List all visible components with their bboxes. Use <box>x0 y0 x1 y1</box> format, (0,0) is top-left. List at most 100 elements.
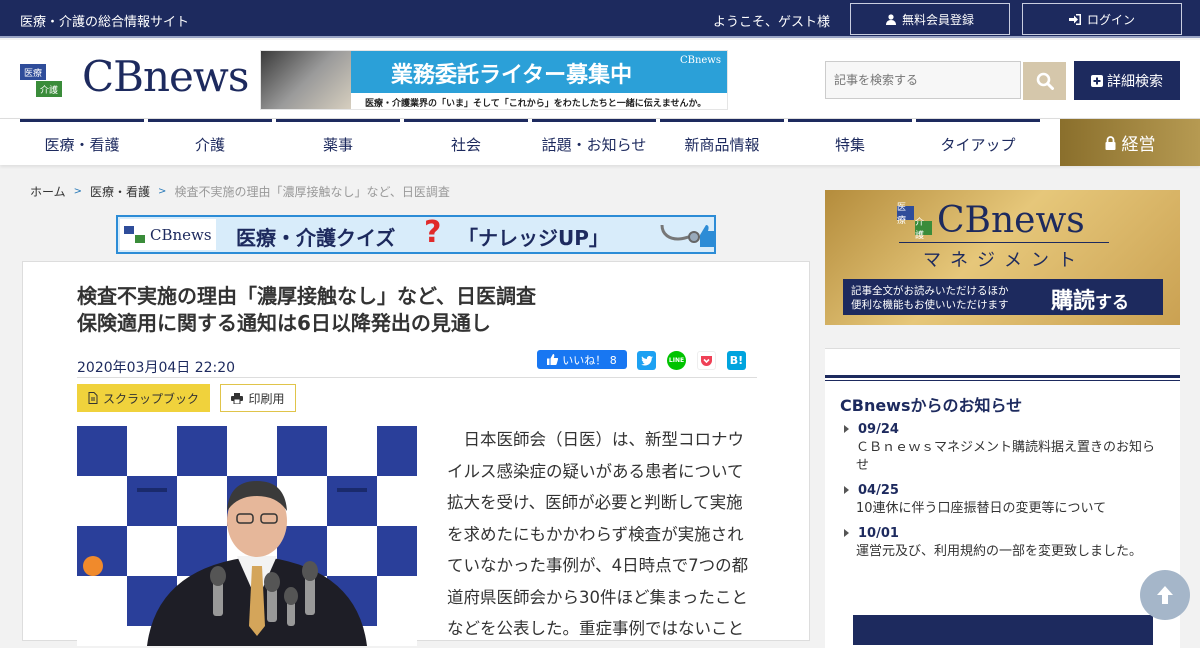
pocket-share-button[interactable] <box>697 351 716 370</box>
site-tagline: 医療・介護の総合情報サイト <box>20 15 190 30</box>
notice-bar <box>825 375 1180 378</box>
quiz-subtitle: 「ナレッジUP」 <box>458 226 609 250</box>
article-title-line1: 検査不実施の理由「濃厚接触なし」など、日医調査 <box>77 284 536 308</box>
like-count: いいね！ 8 <box>562 353 617 367</box>
management-badge-medical: 医療 <box>897 203 914 226</box>
banner-subline: 医療・介護業界の「いま」そして「これから」をわたしたちと一緒に伝えませんか。 <box>365 99 707 109</box>
notice-item[interactable]: 09/24 ＣＢｎｅｗｓマネジメント購読料据え置きのお知らせ <box>843 421 1163 475</box>
writer-recruit-banner[interactable]: 業務委託ライター募集中 CBnews 医療・介護業界の「いま」そして「これから」… <box>260 50 728 110</box>
notice-item[interactable]: 04/25 10連休に伴う口座振替日の変更等について <box>843 482 1163 518</box>
notice-text: 10連休に伴う口座振替日の変更等について <box>856 501 1107 516</box>
article-date: 2020年03月04日 22:20 <box>77 360 236 376</box>
cbnews-management-ad[interactable]: 医療 介護 CBnews マネジメント 記事全文がお読みいただけるほか 便利な機… <box>825 190 1180 325</box>
nav-item-products[interactable]: 新商品情報 <box>660 119 784 166</box>
site-logo[interactable]: CBnews <box>82 52 249 101</box>
question-mark-icon: ? <box>424 215 442 250</box>
nav-item-society[interactable]: 社会 <box>404 119 528 166</box>
sign-in-icon <box>1068 13 1081 25</box>
article-title-line2: 保険適用に関する通知は6日以降発出の見通し <box>77 311 491 335</box>
notice-text: ＣＢｎｅｗｓマネジメント購読料据え置きのお知らせ <box>856 440 1156 473</box>
management-logo-badge: 医療 介護 <box>897 203 933 241</box>
hatena-bookmark-button[interactable]: B! <box>727 351 746 370</box>
article-body: 日本医師会（日医）は、新型コロナウイルス感染症の疑いがある患者について拡大を受け… <box>447 430 749 638</box>
advanced-search-label: 詳細検索 <box>1107 73 1163 90</box>
print-label: 印刷用 <box>248 391 285 406</box>
top-bar: 医療・介護の総合情報サイト ようこそ、ゲスト様 無料会員登録 ログイン <box>0 0 1200 38</box>
notice-panel: CBnewsからのお知らせ 09/24 ＣＢｎｅｗｓマネジメント購読料据え置きの… <box>825 348 1180 648</box>
plus-square-icon <box>1091 74 1103 87</box>
notice-bar-thin <box>825 380 1180 381</box>
back-to-top-button[interactable] <box>1140 570 1190 620</box>
logo-badge-icon <box>124 225 145 243</box>
quiz-logo-text: CBnews <box>150 225 212 244</box>
divider <box>77 377 757 378</box>
advanced-search-button[interactable]: 詳細検索 <box>1074 61 1180 100</box>
arrow-up-icon <box>1157 586 1173 604</box>
nav-item-management[interactable]: 経営 <box>1060 119 1200 166</box>
quiz-logo: CBnews <box>120 219 216 250</box>
nav-item-pharma[interactable]: 薬事 <box>276 119 400 166</box>
notice-date: 10/01 <box>844 525 1178 543</box>
breadcrumb-category[interactable]: 医療・看護 <box>90 183 150 200</box>
pocket-icon <box>701 355 712 366</box>
logo-badge[interactable]: 医療 介護 <box>20 64 74 98</box>
breadcrumb-separator-icon: > <box>158 186 167 197</box>
search-button[interactable] <box>1023 62 1066 100</box>
scrapbook-label: スクラップブック <box>102 391 199 406</box>
nav-item-features[interactable]: 特集 <box>788 119 912 166</box>
search-input[interactable] <box>825 61 1021 99</box>
notice-date: 04/25 <box>844 482 1178 500</box>
register-button[interactable]: 無料会員登録 <box>850 3 1010 35</box>
breadcrumb-current: 検査不実施の理由「濃厚接触なし」など、日医調査 <box>174 185 450 199</box>
user-icon <box>885 13 896 25</box>
nav-item-medical[interactable]: 医療・看護 <box>20 119 144 166</box>
quiz-banner[interactable]: CBnews 医療・介護クイズ ? 「ナレッジUP」 <box>116 215 716 254</box>
twitter-share-button[interactable] <box>637 351 656 370</box>
article-card: 検査不実施の理由「濃厚接触なし」など、日医調査 保険適用に関する通知は6日以降発… <box>22 261 810 646</box>
management-logo: CBnews <box>937 200 1085 241</box>
stethoscope-thumbs-up-icon <box>660 224 714 247</box>
management-divider <box>899 242 1109 243</box>
file-icon <box>88 392 98 404</box>
breadcrumb: ホーム > 医療・看護 > 検査不実施の理由「濃厚接触なし」など、日医調査 <box>30 183 450 200</box>
welcome-text: ようこそ、ゲスト様 <box>713 15 831 30</box>
line-icon: LINE <box>668 357 685 364</box>
line-share-button[interactable]: LINE <box>667 351 686 370</box>
management-description: 記事全文がお読みいただけるほか 便利な機能もお使いいただけます <box>851 284 1009 312</box>
twitter-bird-icon <box>640 355 653 366</box>
login-button[interactable]: ログイン <box>1022 3 1182 35</box>
notice-item[interactable]: 10/01 運営元及び、利用規約の一部を変更致しました。 <box>843 525 1163 561</box>
main-nav: 医療・看護 介護 薬事 社会 話題・お知らせ 新商品情報 特集 タイアップ 経営 <box>0 118 1200 166</box>
facebook-like-button[interactable]: いいね！ 8 <box>537 350 627 369</box>
search-icon <box>1036 72 1054 90</box>
subscribe-cta-suffix: する <box>1095 293 1130 313</box>
nav-item-tieup[interactable]: タイアップ <box>916 119 1040 166</box>
notice-text: 運営元及び、利用規約の一部を変更致しました。 <box>856 544 1143 559</box>
banner-brand: CBnews <box>679 55 721 66</box>
nav-management-label: 経営 <box>1121 135 1156 155</box>
notice-footer-banner[interactable] <box>853 615 1153 645</box>
nav-item-care[interactable]: 介護 <box>148 119 272 166</box>
notice-date: 09/24 <box>844 421 1178 439</box>
subscribe-cta-main: 購読 <box>1051 289 1096 314</box>
notice-title: CBnewsからのお知らせ <box>840 396 1023 415</box>
management-subscribe-bar: 記事全文がお読みいただけるほか 便利な機能もお使いいただけます 購読する <box>843 279 1163 315</box>
register-label: 無料会員登録 <box>901 12 974 27</box>
banner-headline: 業務委託ライター募集中 <box>391 63 633 88</box>
thumbs-up-icon <box>547 354 559 365</box>
login-label: ログイン <box>1086 12 1135 27</box>
hatena-icon: B! <box>729 354 744 367</box>
subscribe-cta[interactable]: 購読する <box>1051 283 1129 315</box>
banner-photo <box>261 51 351 109</box>
print-button[interactable]: 印刷用 <box>220 384 296 412</box>
management-subtitle: マネジメント <box>923 250 1085 271</box>
scrapbook-button[interactable]: スクラップブック <box>77 384 210 412</box>
logo-badge-care: 介護 <box>36 81 62 97</box>
lock-icon <box>1105 135 1115 150</box>
article-photo <box>77 426 417 646</box>
press-conference-image <box>77 426 417 646</box>
breadcrumb-home[interactable]: ホーム <box>30 183 66 200</box>
article-title: 検査不実施の理由「濃厚接触なし」など、日医調査 保険適用に関する通知は6日以降発… <box>77 283 536 337</box>
quiz-title: 医療・介護クイズ <box>236 226 396 250</box>
nav-item-topics[interactable]: 話題・お知らせ <box>532 119 656 166</box>
